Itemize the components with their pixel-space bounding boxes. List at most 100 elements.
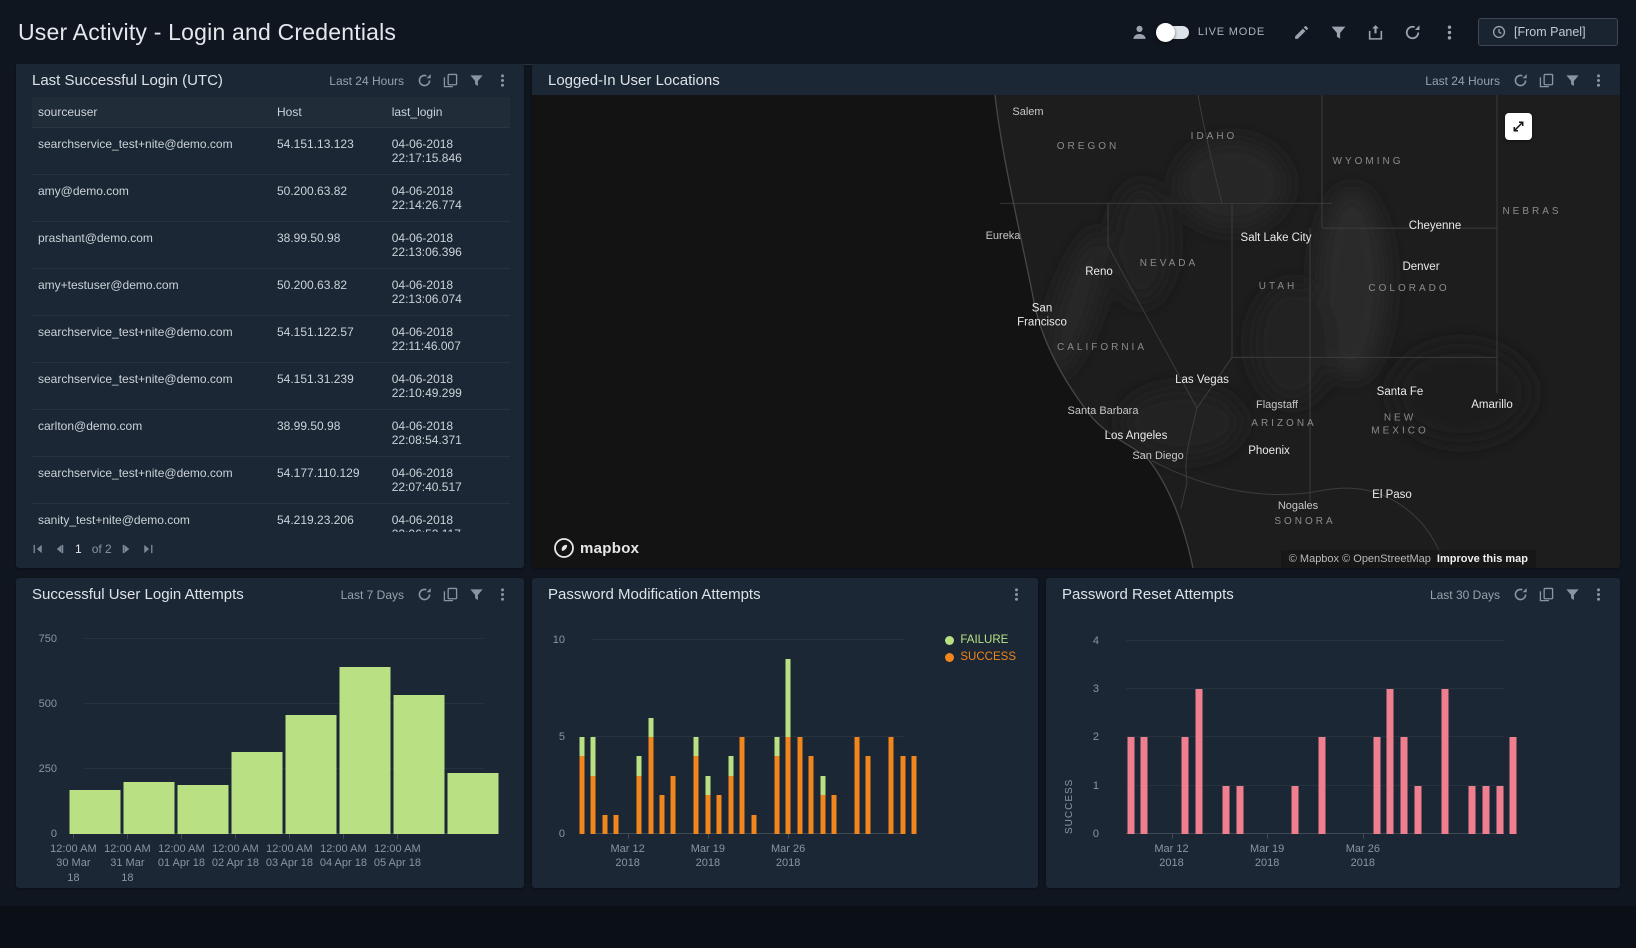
mapbox-logo[interactable]: mapbox (554, 538, 639, 558)
chart-bar[interactable] (448, 773, 499, 834)
chart-bar[interactable] (637, 756, 642, 834)
table-row[interactable]: prashant@demo.com38.99.50.9804-06-2018 2… (32, 222, 510, 269)
chart-bar[interactable] (1510, 737, 1517, 834)
refresh-icon[interactable] (417, 587, 432, 602)
chart-bar[interactable] (1400, 737, 1407, 834)
filter-icon[interactable] (469, 73, 484, 88)
refresh-icon[interactable] (1513, 587, 1528, 602)
chart-bar[interactable] (1291, 786, 1298, 834)
chart-bar[interactable] (614, 815, 619, 834)
kebab-menu-icon[interactable] (1441, 24, 1458, 41)
chart-bar[interactable] (1482, 786, 1489, 834)
copy-icon[interactable] (443, 587, 458, 602)
filter-icon[interactable] (469, 587, 484, 602)
chart-bar[interactable] (232, 752, 283, 834)
chart-bar[interactable] (774, 737, 779, 834)
chart-bar[interactable] (900, 756, 905, 834)
chart-bar[interactable] (660, 795, 665, 834)
chart-bar[interactable] (1223, 786, 1230, 834)
copy-icon[interactable] (443, 73, 458, 88)
next-page-icon[interactable] (121, 543, 133, 555)
chart-bar[interactable] (912, 756, 917, 834)
chart-bar[interactable] (694, 737, 699, 834)
chart-bar[interactable] (340, 667, 391, 834)
last-page-icon[interactable] (142, 543, 154, 555)
kebab-menu-icon[interactable] (495, 587, 510, 602)
kebab-menu-icon[interactable] (1009, 587, 1024, 602)
chart-bar[interactable] (809, 756, 814, 834)
chart-bar[interactable] (591, 737, 596, 834)
chart-bar[interactable] (797, 737, 802, 834)
chart-bar[interactable] (286, 715, 337, 834)
column-header-sourceuser[interactable]: sourceuser (32, 97, 271, 127)
chart-bar[interactable] (751, 815, 756, 834)
chart-bar[interactable] (1441, 689, 1448, 834)
chart-bar[interactable] (124, 782, 175, 834)
kebab-menu-icon[interactable] (495, 73, 510, 88)
legend-item[interactable]: FAILURE (945, 634, 1016, 646)
table-row[interactable]: searchservice_test+nite@demo.com54.151.3… (32, 363, 510, 410)
chart-bar[interactable] (579, 737, 584, 834)
fullscreen-button[interactable] (1505, 113, 1532, 140)
live-mode-toggle[interactable] (1157, 26, 1189, 39)
chart-bar[interactable] (394, 695, 445, 834)
table-row[interactable]: searchservice_test+nite@demo.com54.177.1… (32, 457, 510, 504)
first-page-icon[interactable] (32, 543, 44, 555)
previous-page-icon[interactable] (53, 543, 65, 555)
filter-icon[interactable] (1565, 73, 1580, 88)
table-row[interactable]: sanity_test+nite@demo.com54.219.23.20604… (32, 504, 510, 532)
chart-bar[interactable] (854, 737, 859, 834)
chart-bar[interactable] (740, 737, 745, 834)
attribution-text[interactable]: © Mapbox © OpenStreetMap (1289, 553, 1431, 565)
refresh-icon[interactable] (1404, 24, 1421, 41)
chart-bar[interactable] (1496, 786, 1503, 834)
chart-bar[interactable] (717, 795, 722, 834)
column-header-host[interactable]: Host (271, 97, 386, 127)
table-row[interactable]: carlton@demo.com38.99.50.9804-06-2018 22… (32, 410, 510, 457)
map-canvas[interactable]: SalemOREGONIDAHOWYOMINGNEBRASEurekaSalt … (532, 95, 1620, 568)
chart-bar[interactable] (889, 737, 894, 834)
filter-icon[interactable] (1330, 24, 1347, 41)
chart-bar[interactable] (1414, 786, 1421, 834)
table-row[interactable]: amy+testuser@demo.com50.200.63.8204-06-2… (32, 269, 510, 316)
filter-icon[interactable] (1565, 587, 1580, 602)
table-row[interactable]: searchservice_test+nite@demo.com54.151.1… (32, 128, 510, 175)
kebab-menu-icon[interactable] (1591, 73, 1606, 88)
column-header-last-login[interactable]: last_login (386, 97, 510, 127)
refresh-icon[interactable] (417, 73, 432, 88)
improve-map-link[interactable]: Improve this map (1437, 553, 1528, 565)
chart-bar[interactable] (1236, 786, 1243, 834)
chart-bar[interactable] (832, 795, 837, 834)
time-range-selector[interactable]: [From Panel] (1478, 18, 1618, 46)
chart-bar[interactable] (866, 756, 871, 834)
refresh-icon[interactable] (1513, 73, 1528, 88)
edit-icon[interactable] (1293, 24, 1310, 41)
chart-bar[interactable] (1141, 737, 1148, 834)
kebab-menu-icon[interactable] (1591, 587, 1606, 602)
chart-bar[interactable] (648, 718, 653, 834)
chart-bar[interactable] (705, 776, 710, 834)
copy-icon[interactable] (1539, 73, 1554, 88)
chart-bar[interactable] (1387, 689, 1394, 834)
share-icon[interactable] (1367, 24, 1384, 41)
chart-bar[interactable] (1182, 737, 1189, 834)
table-row[interactable]: searchservice_test+nite@demo.com54.151.1… (32, 316, 510, 363)
chart-bar[interactable] (786, 659, 791, 834)
legend-item[interactable]: SUCCESS (945, 651, 1016, 663)
chart-bar[interactable] (1127, 737, 1134, 834)
chart-bar[interactable] (1469, 786, 1476, 834)
chart-bar[interactable] (728, 756, 733, 834)
chart-bar[interactable] (70, 790, 121, 834)
table-row[interactable]: amy@demo.com50.200.63.8204-06-2018 22:14… (32, 175, 510, 222)
copy-icon[interactable] (1539, 587, 1554, 602)
chart-bar[interactable] (820, 776, 825, 834)
chart-bar[interactable] (1318, 737, 1325, 834)
chart-bar[interactable] (671, 776, 676, 834)
current-page[interactable]: 1 (75, 542, 82, 556)
chart-bar[interactable] (1373, 737, 1380, 834)
chart-bar[interactable] (602, 815, 607, 834)
chart-bar[interactable] (178, 785, 229, 835)
chart-bar[interactable] (1195, 689, 1202, 834)
y-tick-label: 250 (39, 763, 57, 775)
x-tick-label: 12:00 AM30 Mar18 (50, 842, 96, 885)
